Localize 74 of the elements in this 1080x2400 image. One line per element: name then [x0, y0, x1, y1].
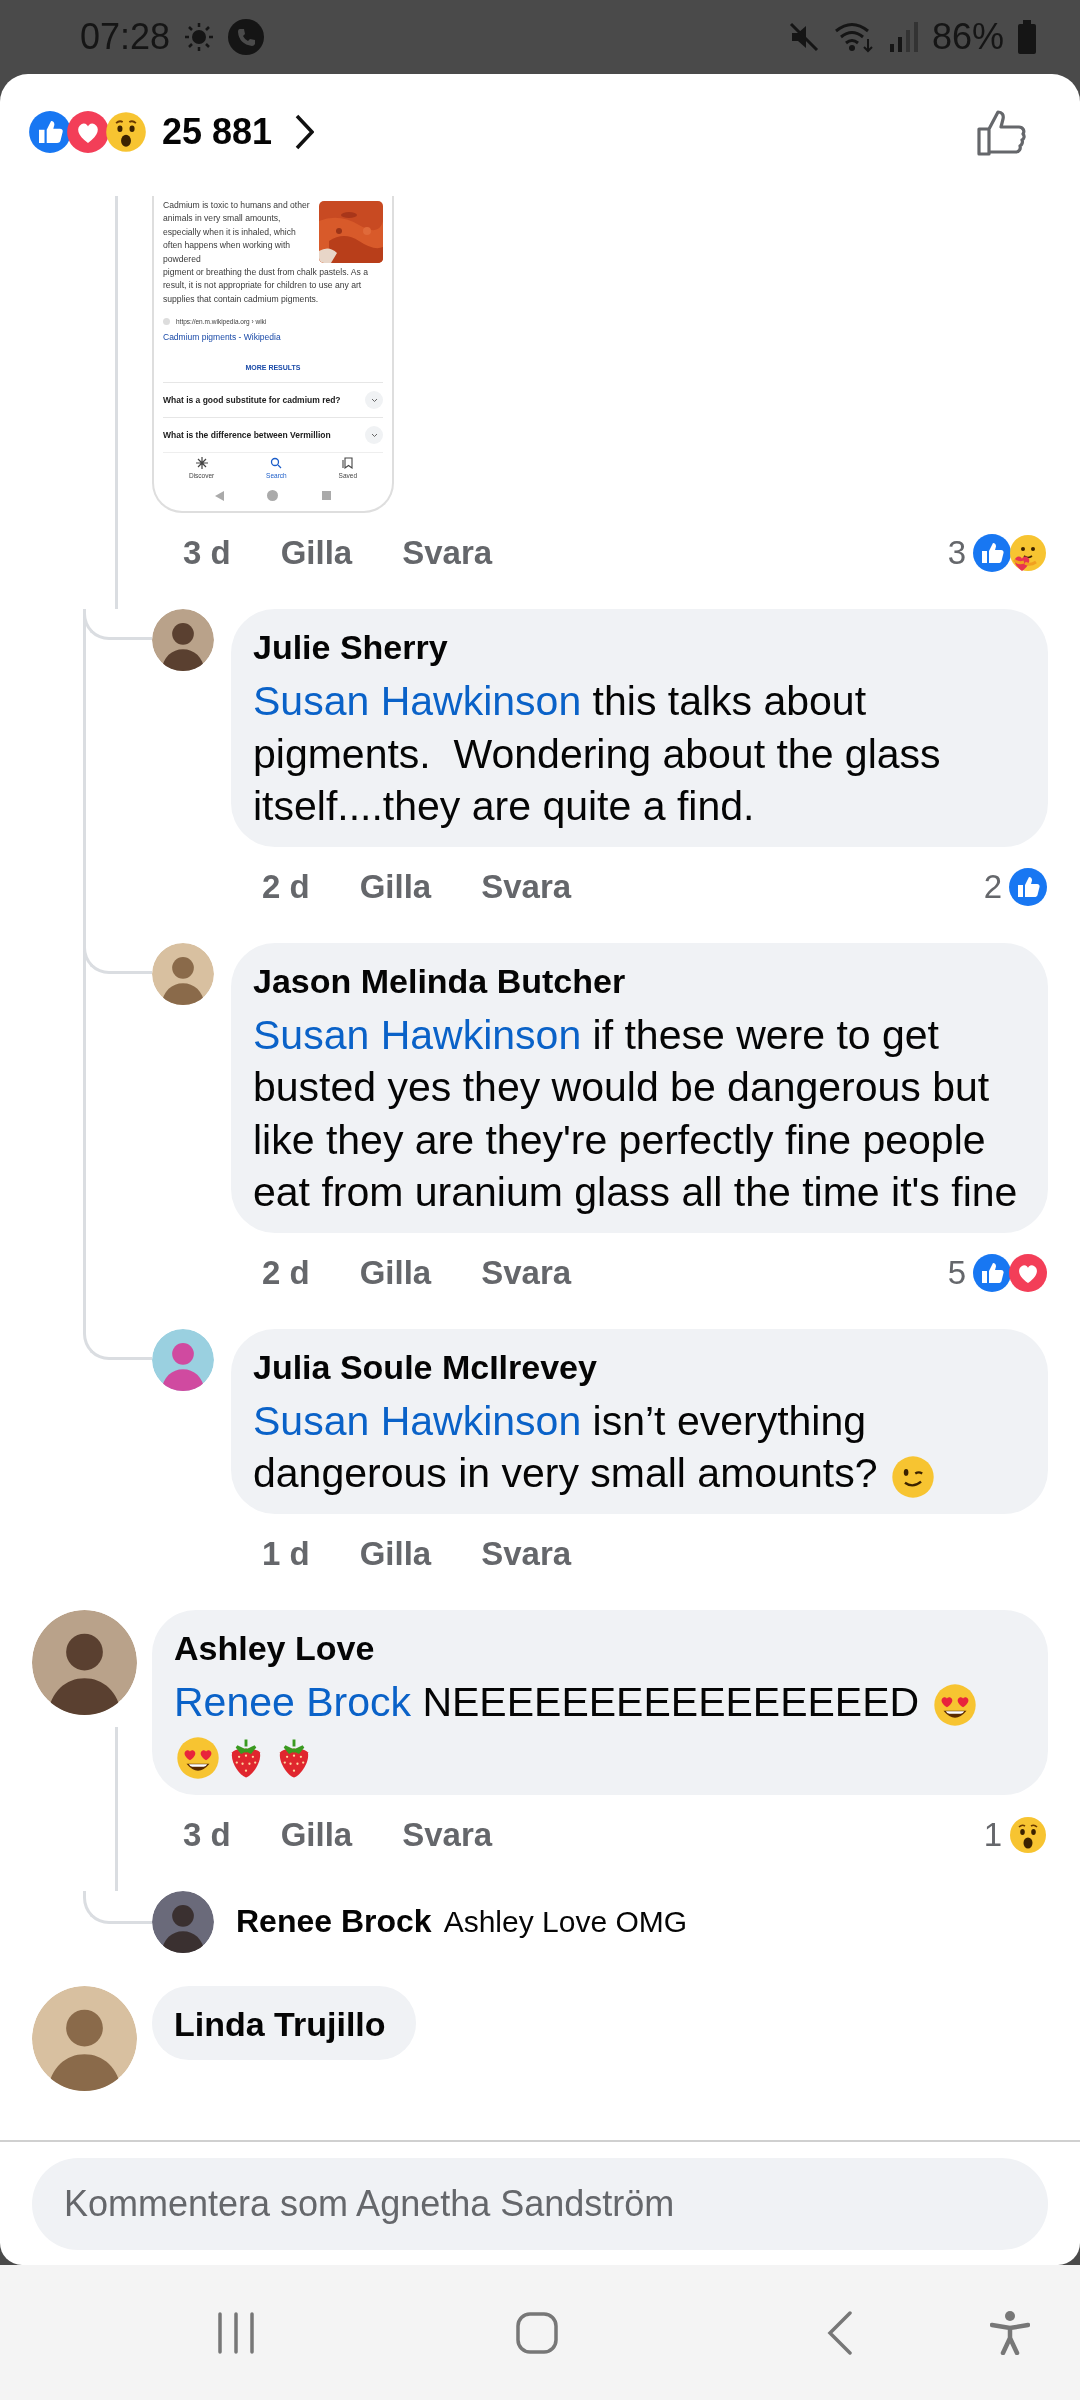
reply-link[interactable]: Svara: [481, 1253, 572, 1292]
like-icon: [972, 533, 1012, 574]
recent-apps-icon[interactable]: [216, 2311, 256, 2354]
thread-connector: [83, 1890, 152, 1924]
recents-icon: [322, 491, 332, 501]
like-icon: [1008, 866, 1048, 907]
author-name[interactable]: Julie Sherry: [253, 625, 1018, 670]
comment-age: 2 d: [262, 867, 310, 906]
mute-icon: [787, 21, 820, 53]
reply-link[interactable]: Svara: [402, 534, 493, 573]
like-link[interactable]: Gilla: [359, 1534, 432, 1573]
like-link[interactable]: Gilla: [359, 867, 432, 906]
like-icon: [28, 110, 72, 154]
like-link[interactable]: Gilla: [359, 1253, 432, 1292]
home-icon: [267, 490, 279, 502]
heart-eyes-face-icon: [931, 1682, 978, 1729]
comment-text: Susan Hawkinson isn’t everything dangerous in very small amounts?: [253, 1394, 1018, 1500]
avatar[interactable]: [32, 1609, 137, 1715]
comment-input-field[interactable]: Kommentera som Agnetha Sandström: [32, 2158, 1048, 2250]
mention-link[interactable]: Susan Hawkinson: [253, 1011, 582, 1058]
comment-text: Renee Brock NEEEEEEEEEEEEEEEED: [174, 1675, 1018, 1781]
surprised-face-icon: [104, 110, 148, 154]
avatar[interactable]: [152, 609, 214, 672]
thumbs-up-icon[interactable]: [976, 107, 1028, 157]
comment-text: Susan Hawkinson if these were to get busted yes they would be dangerous but like they are they're perfectly fine people eat from uranium glass all the time it's fine: [253, 1010, 1018, 1218]
comment-text: Susan Hawkinson this talks about pigments. Wondering about the glass itself....they are quite a find.: [253, 677, 942, 832]
chevron-down-icon: [370, 432, 378, 438]
author-name[interactable]: Linda Trujillo: [174, 2001, 386, 2046]
home-icon[interactable]: [516, 2311, 558, 2354]
mention-link[interactable]: Susan Hawkinson: [253, 1397, 582, 1444]
chevron-down-icon: [370, 397, 378, 403]
like-icon: [972, 1252, 1012, 1293]
surprised-face-icon: [1008, 1814, 1048, 1855]
comment-age: 2 d: [262, 1253, 310, 1292]
back-icon[interactable]: [826, 2310, 854, 2355]
comment-age: 3 d: [183, 1815, 231, 1854]
reply-link[interactable]: Svara: [481, 867, 572, 906]
hugging-face-icon: [1008, 533, 1048, 574]
battery-icon: [1018, 20, 1036, 54]
wifi-icon: [833, 21, 876, 53]
author-name[interactable]: Jason Melinda Butcher: [253, 958, 1018, 1003]
reaction-count[interactable]: 1: [983, 1815, 1002, 1854]
reaction-count[interactable]: 3: [947, 534, 966, 573]
reaction-count[interactable]: 5: [947, 1253, 966, 1292]
comment-age: 3 d: [183, 534, 231, 573]
question-text: What is a good substitute for cadmium red?: [163, 394, 342, 407]
phone-icon: [228, 19, 265, 55]
author-name[interactable]: Renee Brock: [236, 1903, 432, 1940]
comment-text: Ashley Love OMG: [443, 1905, 688, 1939]
author-name[interactable]: Ashley Love: [174, 1625, 1018, 1670]
avatar[interactable]: [152, 1890, 214, 1953]
signal-icon: [889, 22, 918, 52]
search-icon: [270, 457, 283, 470]
chevron-right-icon[interactable]: [294, 114, 315, 150]
question-text: What is the difference between Vermillion: [163, 429, 332, 442]
winking-face-icon: [889, 1453, 936, 1500]
reaction-count[interactable]: 25 881: [162, 111, 273, 153]
sun-icon: [184, 22, 215, 52]
screenshot-paragraph: pigment or breathing the dust from chalk pastels. As a result, it is not appropriate for children to use any art supplies that contain cadmium pigments.: [163, 266, 369, 306]
reaction-count[interactable]: 2: [983, 867, 1002, 906]
thread-connector: [83, 1328, 152, 1360]
heart-eyes-face-icon: [175, 1734, 221, 1781]
reply-link[interactable]: Svara: [402, 1815, 493, 1854]
like-link[interactable]: Gilla: [280, 1815, 353, 1854]
reply-link[interactable]: Svara: [481, 1534, 572, 1573]
back-icon: [214, 490, 224, 501]
author-name[interactable]: Julia Soule McIlrevey: [253, 1344, 1018, 1389]
comment-age: 1 d: [262, 1534, 310, 1573]
bookmarks-icon: [341, 457, 354, 470]
accessibility-icon[interactable]: [990, 2310, 1030, 2355]
mention-link[interactable]: Renee Brock: [174, 1678, 411, 1725]
asterisk-icon: [195, 457, 208, 470]
like-link[interactable]: Gilla: [280, 534, 353, 573]
mention-link[interactable]: Susan Hawkinson: [253, 678, 582, 725]
